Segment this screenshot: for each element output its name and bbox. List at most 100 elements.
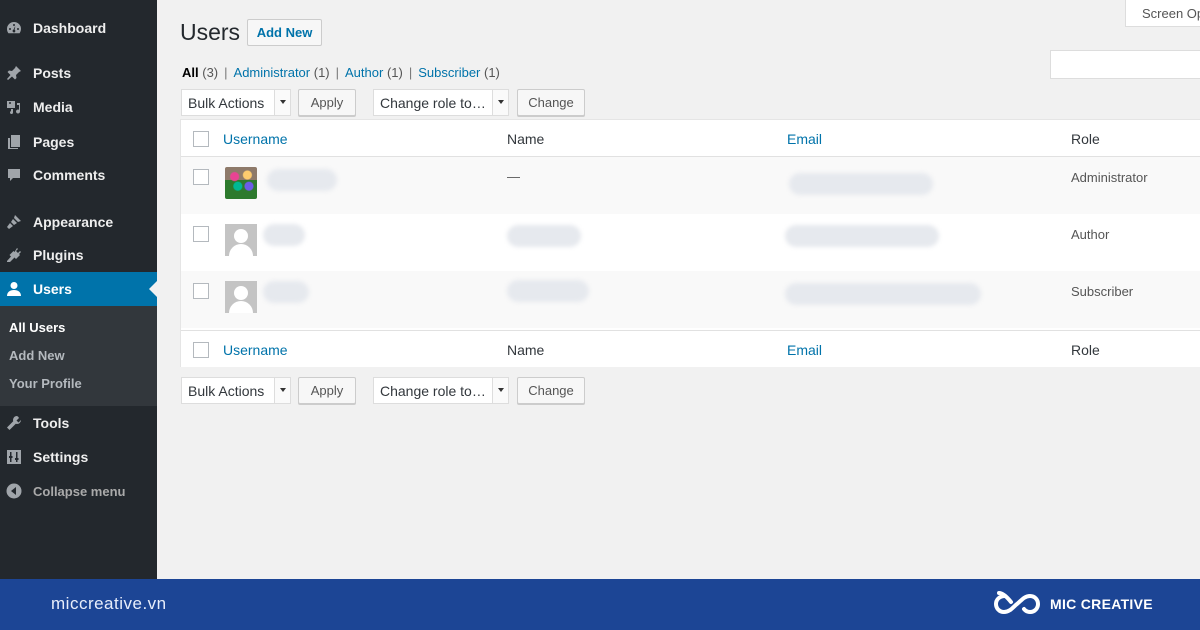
column-role: Role [1071, 342, 1100, 358]
sidebar-item-comments[interactable]: Comments [0, 158, 157, 192]
users-submenu: All Users Add New Your Profile [0, 306, 157, 406]
separator: | [408, 65, 413, 80]
role-cell: Administrator [1071, 170, 1148, 185]
bulk-actions-select-bottom[interactable]: Bulk Actions [181, 377, 291, 404]
avatar [225, 281, 257, 313]
settings-icon [6, 449, 22, 465]
submenu-your-profile[interactable]: Your Profile [9, 376, 82, 391]
bulk-actions-value: Bulk Actions [188, 383, 265, 399]
row-checkbox[interactable] [193, 169, 209, 185]
sidebar-item-label: Appearance [33, 214, 114, 230]
sidebar-item-label: Tools [33, 415, 70, 431]
collapse-menu-button[interactable]: Collapse menu [0, 474, 157, 508]
role-cell: Subscriber [1071, 284, 1134, 299]
add-new-button[interactable]: Add New [247, 19, 322, 46]
row-checkbox[interactable] [193, 226, 209, 242]
select-all-checkbox[interactable] [193, 342, 209, 358]
sidebar-item-label: Settings [33, 449, 89, 465]
name-redacted [507, 225, 581, 247]
sidebar-item-pages[interactable]: Pages [0, 125, 157, 159]
email-redacted[interactable] [789, 173, 933, 195]
screen-options-button[interactable]: Screen Op [1125, 0, 1200, 27]
collapse-menu-label: Collapse menu [33, 483, 126, 499]
username-redacted[interactable] [267, 169, 337, 191]
role-cell: Author [1071, 227, 1110, 242]
bulk-actions-select-top[interactable]: Bulk Actions [181, 89, 291, 116]
pin-icon [6, 65, 22, 81]
plugin-icon [6, 247, 22, 263]
select-all-checkbox[interactable] [193, 131, 209, 147]
change-button-bottom[interactable]: Change [517, 377, 585, 404]
submenu-all-users[interactable]: All Users [9, 320, 65, 335]
brand-name: MIC CREATIVE [1050, 596, 1153, 612]
chevron-down-icon [274, 378, 290, 403]
table-row: — Administrator [181, 157, 1200, 214]
sidebar-item-label: Plugins [33, 247, 84, 263]
table-row: Author [181, 214, 1200, 271]
sidebar-item-label: Posts [33, 65, 72, 81]
column-username[interactable]: Username [223, 131, 288, 147]
apply-button-top[interactable]: Apply [298, 89, 356, 116]
column-username[interactable]: Username [223, 342, 288, 358]
sidebar-item-media[interactable]: Media [0, 90, 157, 124]
change-button-top[interactable]: Change [517, 89, 585, 116]
row-checkbox[interactable] [193, 283, 209, 299]
table-header: Username Name Email Role [181, 120, 1200, 157]
brand-footer: miccreative.vn MIC CREATIVE [0, 579, 1200, 630]
sidebar-item-label: Comments [33, 167, 106, 183]
collapse-icon [6, 483, 22, 499]
sidebar-item-posts[interactable]: Posts [0, 56, 157, 90]
change-role-value: Change role to… [380, 95, 486, 111]
sidebar-item-appearance[interactable]: Appearance [0, 205, 157, 239]
page-title: Users [180, 19, 241, 45]
column-name: Name [507, 342, 545, 358]
filter-author[interactable]: Author (1) [345, 65, 403, 80]
separator: | [224, 65, 228, 80]
column-email[interactable]: Email [787, 342, 822, 358]
filter-administrator[interactable]: Administrator (1) [234, 65, 330, 80]
column-name: Name [507, 131, 545, 147]
sidebar-item-label: Users [33, 281, 72, 297]
sidebar-item-plugins[interactable]: Plugins [0, 238, 157, 272]
comment-icon [6, 167, 22, 183]
avatar [225, 167, 257, 199]
user-icon [6, 281, 22, 297]
pages-icon [6, 134, 22, 150]
username-redacted[interactable] [263, 224, 305, 246]
name-cell: — [507, 169, 520, 184]
name-redacted [507, 280, 589, 302]
search-users-input[interactable] [1050, 50, 1200, 79]
table-footer: Username Name Email Role [181, 330, 1200, 367]
sidebar-item-dashboard[interactable]: Dashboard [0, 11, 157, 45]
email-redacted[interactable] [785, 283, 981, 305]
change-role-select-top[interactable]: Change role to… [373, 89, 509, 116]
column-role: Role [1071, 131, 1100, 147]
chevron-down-icon [274, 90, 290, 115]
bulk-actions-value: Bulk Actions [188, 95, 265, 111]
avatar [225, 224, 257, 256]
sidebar-item-users[interactable]: Users [0, 272, 157, 306]
sidebar-item-tools[interactable]: Tools [0, 406, 157, 440]
dashboard-icon [6, 20, 22, 36]
media-icon [6, 99, 22, 115]
change-role-value: Change role to… [380, 383, 486, 399]
separator: | [335, 65, 340, 80]
submenu-add-new[interactable]: Add New [9, 348, 65, 363]
email-redacted[interactable] [785, 225, 939, 247]
mic-creative-logo-icon [993, 591, 1041, 615]
sidebar-item-label: Pages [33, 134, 75, 150]
filter-subscriber[interactable]: Subscriber (1) [418, 65, 500, 80]
column-email[interactable]: Email [787, 131, 822, 147]
apply-button-bottom[interactable]: Apply [298, 377, 356, 404]
role-filter-links: All (3) | Administrator (1) | Author (1) | Sub… [182, 65, 500, 80]
chevron-down-icon [492, 378, 508, 403]
username-redacted[interactable] [263, 281, 309, 303]
sidebar-item-label: Media [33, 99, 73, 115]
brand-url: miccreative.vn [51, 594, 167, 613]
brush-icon [6, 214, 22, 230]
change-role-select-bottom[interactable]: Change role to… [373, 377, 509, 404]
sidebar-item-label: Dashboard [33, 20, 107, 36]
wrench-icon [6, 415, 22, 431]
sidebar-item-settings[interactable]: Settings [0, 440, 157, 474]
filter-all[interactable]: All (3) [182, 65, 218, 80]
